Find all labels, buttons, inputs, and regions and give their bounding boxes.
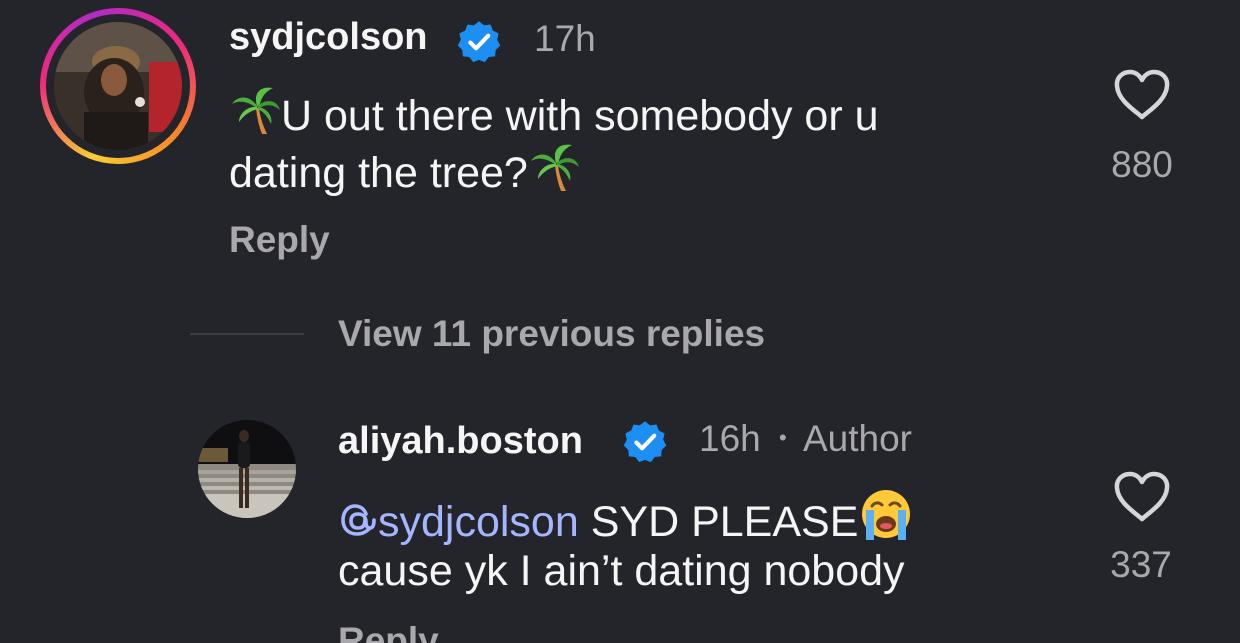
reply-button[interactable]: Reply: [229, 219, 330, 261]
like-count: 880: [1111, 144, 1173, 185]
verified-badge-icon: [457, 21, 501, 63]
palm-tree-emoji: [232, 87, 280, 134]
comments-screen: sydjcolson 17h U out there with somebody…: [0, 0, 1240, 643]
comment-text-line-2: dating the tree?: [229, 141, 580, 202]
story-ring[interactable]: [40, 8, 196, 164]
view-previous-replies-button[interactable]: View 11 previous replies: [338, 313, 765, 355]
comment-time: 17h: [534, 18, 596, 59]
like-count: 337: [1110, 544, 1172, 585]
avatar-sydjcolson[interactable]: [54, 22, 182, 150]
reply-text: SYD PLEASE: [590, 498, 859, 546]
reply-time: 16h: [699, 418, 761, 459]
heart-icon[interactable]: [1112, 68, 1172, 122]
reply-text-line-2: cause yk I ain’t dating nobody: [338, 547, 905, 595]
comment-username[interactable]: sydjcolson: [229, 16, 428, 59]
palm-tree-emoji: [530, 144, 579, 191]
avatar-photo: [54, 22, 182, 150]
reply-username[interactable]: aliyah.boston: [338, 420, 583, 463]
replies-divider: [190, 333, 304, 335]
mention-link[interactable]: sydjcolson: [338, 498, 579, 546]
loudly-crying-face-emoji: [862, 490, 911, 540]
author-label: Author: [802, 418, 912, 459]
verified-badge-icon: [623, 421, 667, 463]
reply-text-line-1: sydjcolson SYD PLEASE: [338, 486, 914, 551]
meta-separator: •: [779, 425, 787, 450]
threads-at-icon: [341, 504, 376, 536]
comment-text: U out there with somebody or u: [281, 92, 879, 140]
heart-icon[interactable]: [1112, 470, 1172, 524]
comment-text-line-1: U out there with somebody or u: [229, 84, 879, 145]
comment-text: dating the tree?: [229, 149, 528, 197]
avatar-aliyah-boston[interactable]: [198, 420, 296, 518]
reply-button[interactable]: Reply: [338, 620, 439, 643]
reply-meta: 16h • Author: [699, 418, 912, 460]
avatar-photo: [198, 420, 296, 518]
